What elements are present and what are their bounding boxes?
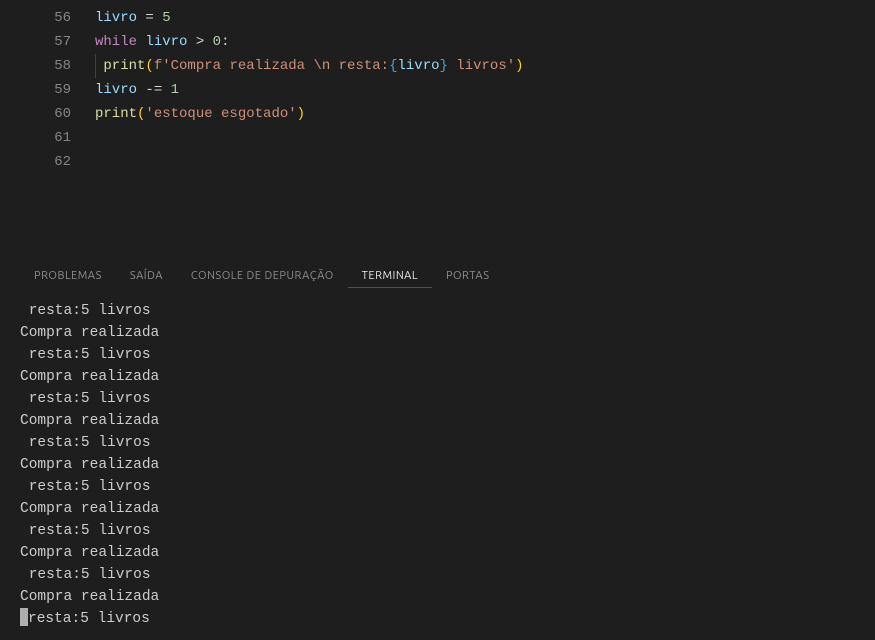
- code-line[interactable]: 57while livro > 0:: [0, 30, 875, 54]
- bottom-panel: PROBLEMAS SAÍDA CONSOLE DE DEPURAÇÃO TER…: [0, 254, 875, 640]
- code-content[interactable]: livro = 5: [95, 6, 875, 30]
- code-content[interactable]: print('estoque esgotado'): [95, 102, 875, 126]
- code-line[interactable]: 56livro = 5: [0, 6, 875, 30]
- panel-tabs: PROBLEMAS SAÍDA CONSOLE DE DEPURAÇÃO TER…: [0, 254, 875, 290]
- line-number: 58: [0, 54, 95, 78]
- line-number: 57: [0, 30, 95, 54]
- code-line[interactable]: 62: [0, 150, 875, 174]
- code-content[interactable]: livro -= 1: [95, 78, 875, 102]
- code-editor[interactable]: 56livro = 557while livro > 0:58 print(f'…: [0, 0, 875, 194]
- code-content[interactable]: while livro > 0:: [95, 30, 875, 54]
- line-number: 56: [0, 6, 95, 30]
- tab-ports[interactable]: PORTAS: [432, 264, 504, 288]
- code-content[interactable]: [95, 126, 875, 150]
- code-line[interactable]: 60print('estoque esgotado'): [0, 102, 875, 126]
- tab-terminal[interactable]: TERMINAL: [348, 264, 432, 288]
- tab-debug-console[interactable]: CONSOLE DE DEPURAÇÃO: [177, 264, 348, 288]
- code-line[interactable]: 58 print(f'Compra realizada \n resta:{li…: [0, 54, 875, 78]
- line-number: 61: [0, 126, 95, 150]
- code-content[interactable]: [95, 150, 875, 174]
- code-content[interactable]: print(f'Compra realizada \n resta:{livro…: [95, 54, 875, 78]
- tab-problems[interactable]: PROBLEMAS: [20, 264, 116, 288]
- terminal-line: resta:5 livros: [28, 611, 150, 627]
- line-number: 62: [0, 150, 95, 174]
- code-line[interactable]: 59livro -= 1: [0, 78, 875, 102]
- line-number: 59: [0, 78, 95, 102]
- tab-output[interactable]: SAÍDA: [116, 264, 177, 288]
- terminal-cursor: [20, 608, 28, 626]
- code-line[interactable]: 61: [0, 126, 875, 150]
- line-number: 60: [0, 102, 95, 126]
- terminal-output[interactable]: resta:5 livros Compra realizada resta:5 …: [0, 290, 875, 640]
